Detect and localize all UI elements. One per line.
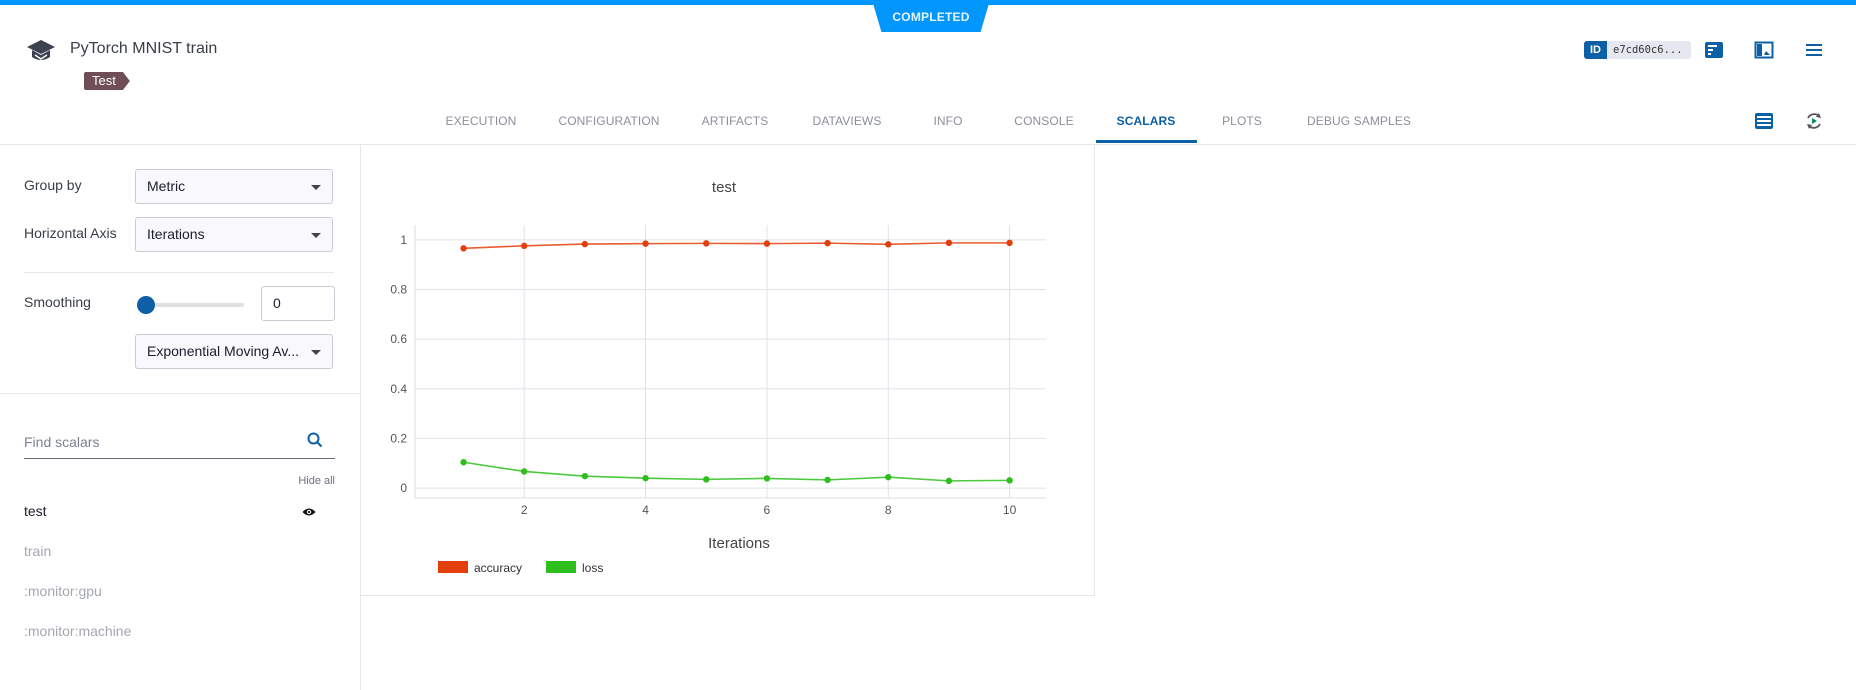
tab-configuration[interactable]: CONFIGURATION (558, 114, 659, 128)
data-point-accuracy (642, 240, 649, 247)
id-value: e7cd60c6... (1607, 41, 1691, 59)
data-point-accuracy (581, 240, 589, 248)
panel-divider (0, 393, 360, 394)
tab-artifacts[interactable]: ARTIFACTS (702, 114, 769, 128)
legend-label-loss: loss (582, 561, 603, 575)
data-point-accuracy (460, 245, 467, 252)
metric-item-test[interactable]: test (24, 503, 47, 519)
data-point-loss (1006, 477, 1013, 484)
chart-title: test (712, 179, 737, 196)
x-tick-label: 6 (764, 503, 771, 517)
legend-label-accuracy: accuracy (474, 561, 522, 575)
id-label: ID (1584, 41, 1607, 59)
x-tick-label: 2 (521, 503, 528, 517)
smoothing-method-select[interactable]: Exponential Moving Av... (135, 334, 333, 369)
find-scalars-search[interactable]: Find scalars (24, 426, 335, 459)
details-layout-icon[interactable] (1754, 41, 1774, 59)
tab-debug-samples[interactable]: DEBUG SAMPLES (1307, 114, 1411, 128)
list-view-icon[interactable] (1754, 112, 1774, 130)
y-tick-label: 1 (400, 233, 407, 247)
data-point-accuracy (885, 241, 892, 248)
x-axis-title: Iterations (708, 535, 770, 552)
active-tab-indicator (1096, 140, 1197, 143)
y-tick-label: 0.6 (390, 332, 407, 346)
task-id-badge[interactable]: ID e7cd60c6... (1584, 41, 1691, 59)
tab-bar: EXECUTION CONFIGURATION ARTIFACTS DATAVI… (0, 108, 1856, 144)
task-title: PyTorch MNIST train (70, 40, 218, 57)
data-point-accuracy (824, 239, 831, 247)
data-point-loss (885, 473, 892, 481)
smoothing-label: Smoothing (24, 294, 91, 310)
data-point-loss (703, 476, 710, 483)
group-by-value: Metric (147, 178, 186, 194)
y-tick-label: 0 (400, 481, 407, 495)
group-by-select[interactable]: Metric (135, 169, 333, 204)
scalar-chart-card: test 0 0.2 0.4 0.6 0.8 1 2 4 6 8 10 Iterations ac… (361, 145, 1095, 596)
smoothing-slider-track[interactable] (146, 303, 244, 307)
data-point-accuracy (1006, 239, 1013, 247)
search-icon[interactable] (307, 432, 323, 448)
x-tick-label: 4 (642, 503, 649, 517)
smoothing-method-value: Exponential Moving Av... (147, 343, 300, 359)
horizontal-axis-label: Horizontal Axis (24, 225, 117, 241)
metric-item-monitor-gpu[interactable]: :monitor:gpu (24, 583, 102, 599)
data-point-accuracy (521, 242, 528, 250)
group-by-label: Group by (24, 177, 82, 193)
tab-plots[interactable]: PLOTS (1222, 114, 1262, 128)
info-panel-icon[interactable] (1704, 41, 1724, 59)
data-point-accuracy (763, 240, 771, 247)
y-tick-label: 0.4 (390, 382, 407, 396)
tag-badge[interactable]: Test (84, 72, 130, 90)
x-tick-label: 10 (1003, 503, 1017, 517)
data-point-loss (581, 472, 589, 480)
x-tick-label: 8 (885, 503, 892, 517)
menu-icon[interactable] (1804, 41, 1824, 59)
data-point-loss (642, 474, 649, 482)
tab-dataviews[interactable]: DATAVIEWS (813, 114, 882, 128)
data-point-accuracy (703, 240, 710, 247)
data-point-loss (945, 477, 953, 485)
scalar-settings-panel: Group by Metric Horizontal Axis Iteratio… (0, 145, 361, 690)
tab-execution[interactable]: EXECUTION (446, 114, 517, 128)
legend-swatch-loss (546, 561, 576, 573)
smoothing-slider-thumb[interactable] (137, 296, 155, 314)
settings-divider (24, 272, 334, 273)
graduation-cap-icon (27, 40, 55, 60)
data-point-loss (824, 476, 831, 484)
chevron-down-icon (311, 233, 321, 238)
data-point-accuracy (945, 239, 953, 247)
eye-icon[interactable] (302, 507, 316, 517)
legend-swatch-accuracy (438, 561, 468, 573)
auto-refresh-icon[interactable] (1804, 112, 1824, 130)
horizontal-axis-select[interactable]: Iterations (135, 217, 333, 252)
series-line-accuracy (463, 242, 1010, 250)
smoothing-value-input[interactable]: 0 (261, 286, 335, 321)
metric-item-monitor-machine[interactable]: :monitor:machine (24, 623, 131, 639)
data-point-loss (763, 475, 771, 482)
series-line-loss (463, 461, 1010, 482)
chevron-down-icon (311, 185, 321, 190)
y-tick-label: 0.2 (390, 431, 407, 445)
search-input[interactable]: Find scalars (24, 434, 99, 450)
status-badge: COMPLETED (872, 0, 990, 32)
hide-all-button[interactable]: Hide all (298, 475, 335, 487)
tab-scalars[interactable]: SCALARS (1117, 114, 1176, 128)
y-tick-label: 0.8 (390, 283, 407, 297)
horizontal-axis-value: Iterations (147, 226, 205, 242)
data-point-loss (521, 468, 528, 475)
metric-item-train[interactable]: train (24, 543, 51, 559)
chevron-down-icon (311, 350, 321, 355)
data-point-loss (460, 459, 467, 466)
tab-console[interactable]: CONSOLE (1014, 114, 1073, 128)
tab-info[interactable]: INFO (933, 114, 962, 128)
line-chart[interactable]: test 0 0.2 0.4 0.6 0.8 1 2 4 6 8 10 Iterations ac… (361, 145, 1094, 595)
